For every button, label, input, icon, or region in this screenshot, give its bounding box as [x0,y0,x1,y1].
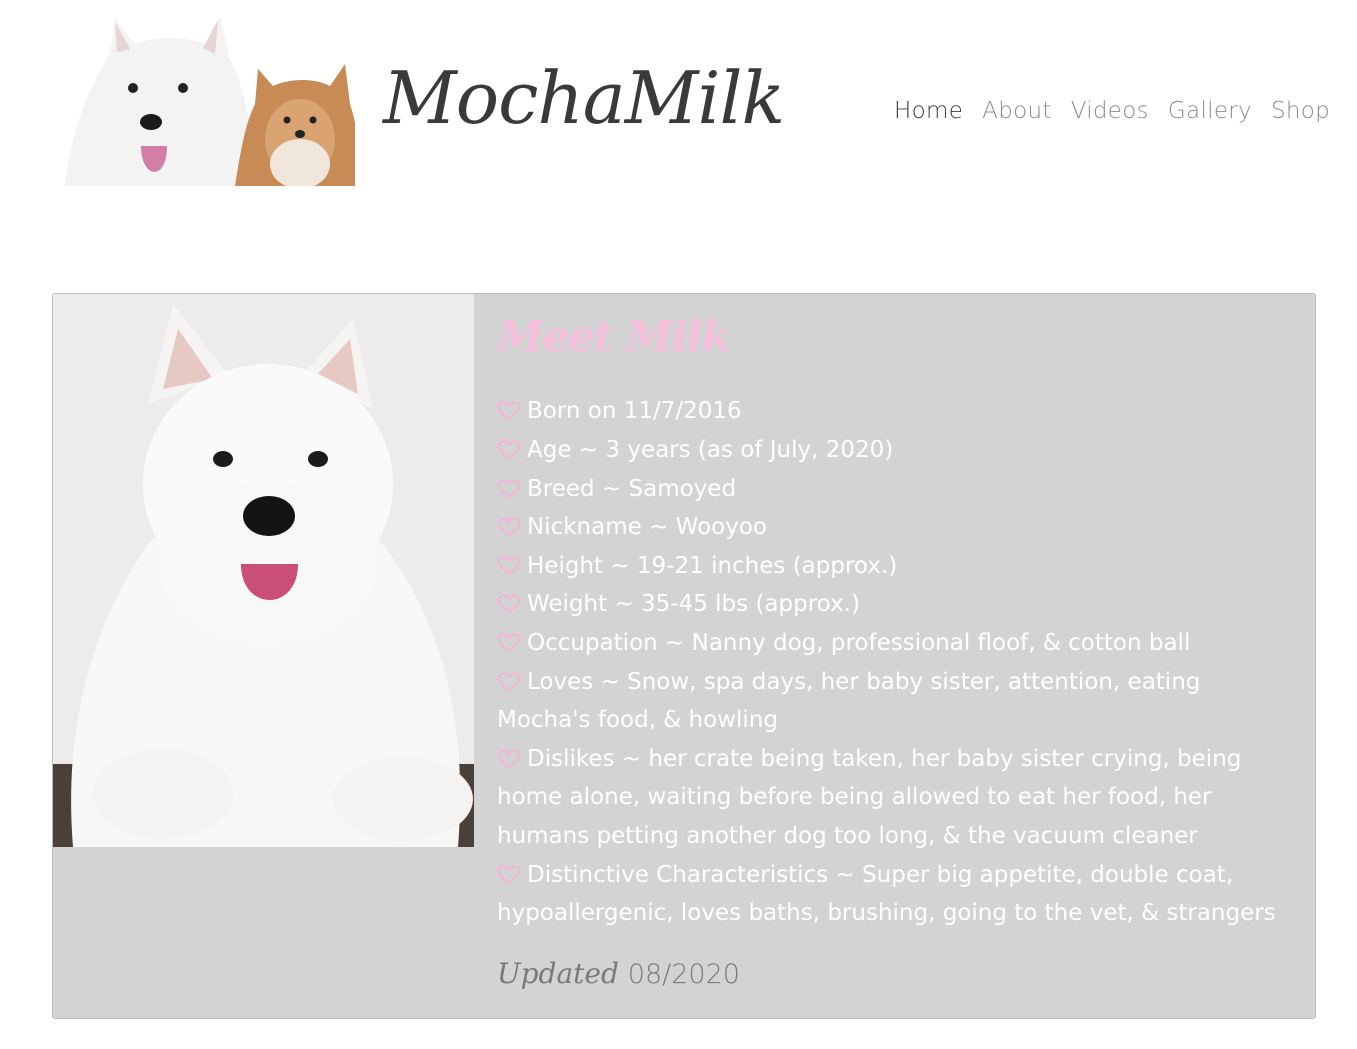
heart-icon [497,440,521,460]
nav-about-link[interactable]: About [982,98,1052,124]
fact-item: Distinctive Characteristics ~ Super big … [497,861,1276,927]
logo-dogs-image[interactable] [55,14,355,186]
fact-item: Loves ~ Snow, spa days, her baby sister,… [497,668,1201,734]
heart-icon [497,479,521,498]
nav-home-link[interactable]: Home [894,98,963,124]
nav-videos-link[interactable]: Videos [1071,98,1149,124]
heart-icon [497,594,521,614]
site-title[interactable]: MochaMilk [383,62,785,134]
milk-photo [53,294,474,847]
facts-list: Born on 11/7/2016 Age ~ 3 years (as of J… [497,392,1297,932]
fact-item: Dislikes ~ her crate being taken, her ba… [497,745,1242,849]
fact-item: Weight ~ 35-45 lbs (approx.) [497,585,1297,624]
fact-item: Age ~ 3 years (as of July, 2020) [497,431,1297,470]
heart-icon [497,402,521,421]
main-nav: Home About Videos Gallery Shop [894,98,1330,124]
site-header: MochaMilk Home About Videos Gallery Shop [0,0,1357,200]
updated-date: 08/2020 [627,958,740,990]
nav-shop-link[interactable]: Shop [1271,98,1330,124]
heart-icon [497,672,521,691]
updated-label: Updated [497,956,619,990]
heart-icon [497,865,521,884]
profile-card: Meet Milk Born on 11/7/2016 Age ~ 3 year… [52,293,1316,1019]
fact-item: Height ~ 19-21 inches (approx.) [497,547,1297,586]
heart-icon [497,556,521,576]
fact-item: Nickname ~ Wooyoo [497,508,1297,547]
profile-content: Meet Milk Born on 11/7/2016 Age ~ 3 year… [497,312,1297,991]
nav-gallery-link[interactable]: Gallery [1168,98,1252,124]
heart-icon [497,517,521,537]
fact-item: Born on 11/7/2016 [497,392,1297,431]
updated-note: Updated 08/2020 [497,957,1297,991]
fact-item: Occupation ~ Nanny dog, professional flo… [497,624,1297,663]
heart-icon [497,749,521,768]
fact-item: Breed ~ Samoyed [497,470,1297,509]
heart-icon [497,633,521,653]
profile-heading: Meet Milk [497,312,730,361]
